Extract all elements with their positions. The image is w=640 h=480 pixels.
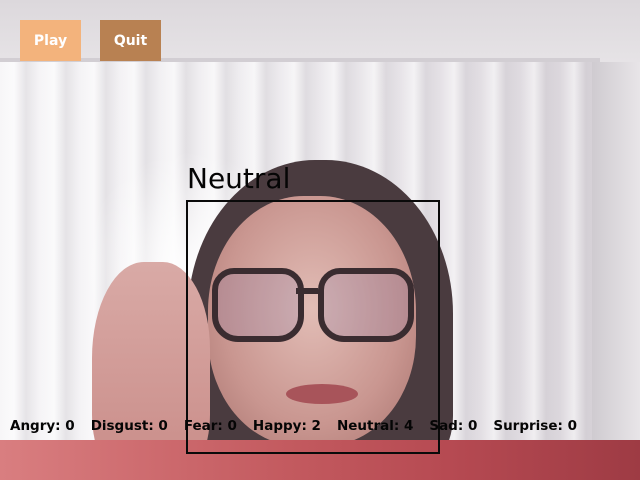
- emotion-count-disgust: Disgust: 0: [90, 418, 168, 434]
- emotion-count-neutral: Neutral: 4: [336, 418, 414, 434]
- emotion-count-fear: Fear: 0: [183, 418, 237, 434]
- emotion-count-sad: Sad: 0: [429, 418, 478, 434]
- emotion-count-surprise: Surprise: 0: [493, 418, 577, 434]
- webcam-view: Play Quit Neutral Angry: 0 Disgust: 0 Fe…: [0, 0, 640, 480]
- play-button[interactable]: Play: [20, 20, 81, 61]
- detected-emotion-label: Neutral: [187, 162, 291, 195]
- emotion-count-happy: Happy: 2: [252, 418, 321, 434]
- wall: [592, 62, 640, 480]
- emotion-count-angry: Angry: 0: [10, 418, 75, 434]
- quit-button[interactable]: Quit: [100, 20, 161, 61]
- emotion-count-bar: Angry: 0 Disgust: 0 Fear: 0 Happy: 2 Neu…: [10, 416, 593, 436]
- ceiling: [0, 0, 640, 62]
